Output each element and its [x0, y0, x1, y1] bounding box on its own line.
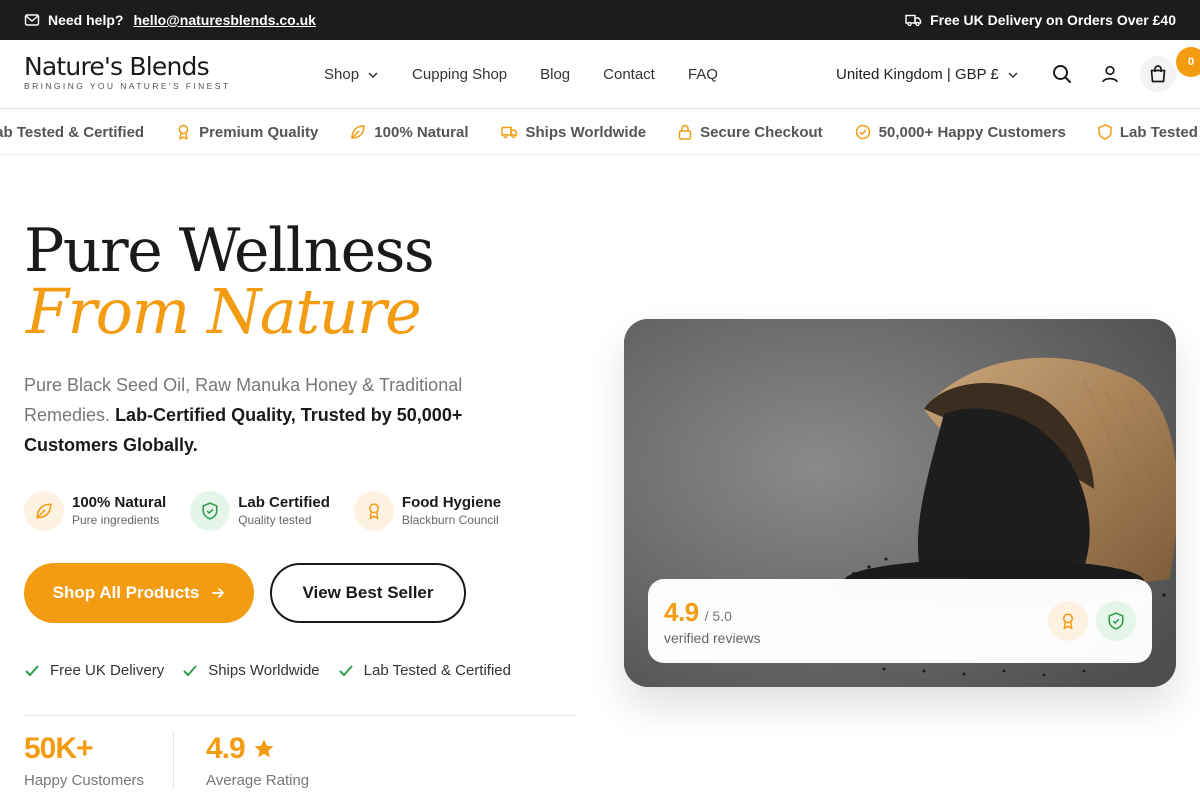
- chevron-down-icon: [1007, 69, 1019, 81]
- marquee-item-label: Ships Worldwide: [525, 123, 647, 141]
- mail-icon: [24, 12, 40, 28]
- rating-caption: verified reviews: [664, 629, 761, 646]
- leaf-icon: [350, 124, 366, 140]
- marquee-item: Lab Tested & Certified: [1098, 124, 1200, 141]
- main-nav: Shop Cupping Shop Blog Contact FAQ: [324, 40, 718, 109]
- feature-natural: 100% Natural Pure ingredients: [24, 491, 166, 531]
- check-icon: [182, 664, 198, 678]
- email-link[interactable]: hello@naturesblends.co.uk: [133, 12, 315, 28]
- help-contact: Need help? hello@naturesblends.co.uk: [24, 12, 316, 28]
- leaf-icon: [24, 491, 64, 531]
- logo-tagline: BRINGING YOU NATURE'S FINEST: [24, 81, 231, 91]
- cart-icon: [1148, 64, 1168, 84]
- nav-contact[interactable]: Contact: [603, 66, 655, 83]
- truck-icon: [905, 12, 922, 28]
- stat-value: 50K+: [24, 732, 94, 765]
- marquee-item: Lab Tested & Certified: [0, 124, 144, 141]
- feature-subtitle: Blackburn Council: [401, 513, 499, 527]
- search-icon[interactable]: [1050, 62, 1074, 86]
- lock-icon: [678, 124, 692, 140]
- view-best-seller-button[interactable]: View Best Seller: [270, 563, 466, 623]
- award-icon: [1048, 601, 1088, 641]
- marquee-track: Lab Tested & Certified Premium Quality 1…: [0, 109, 1200, 154]
- stats-divider: [24, 715, 576, 716]
- check-icon: [24, 664, 40, 678]
- help-label: Need help?: [48, 12, 124, 28]
- trust-marquee: Lab Tested & Certified Premium Quality 1…: [0, 109, 1200, 155]
- cart-button[interactable]: [1140, 56, 1176, 92]
- star-icon: [253, 738, 275, 760]
- marquee-item-label: 100% Natural: [374, 123, 469, 141]
- rating-score-row: 4.9 / 5.0: [664, 597, 760, 628]
- marquee-item: Ships Worldwide: [500, 123, 647, 141]
- stat-label: Happy Customers: [24, 772, 145, 789]
- feature-lab-certified: Lab Certified Quality tested: [190, 491, 330, 531]
- check-item: Free UK Delivery: [24, 662, 164, 679]
- locale-label: United Kingdom | GBP £: [836, 66, 999, 83]
- award-icon: [353, 491, 394, 531]
- rating-card: 4.9 / 5.0 verified reviews: [648, 579, 1152, 663]
- top-bar: Need help? hello@naturesblends.co.uk Fre…: [0, 0, 1200, 40]
- account-icon[interactable]: [1098, 62, 1122, 86]
- marquee-item: Premium Quality: [176, 124, 318, 141]
- cart-count-badge: 0: [1176, 47, 1200, 77]
- check-label: Ships Worldwide: [208, 662, 320, 679]
- shop-all-products-label: Shop All Products: [52, 583, 200, 602]
- nav-shop-label: Shop: [324, 66, 360, 83]
- locale-selector[interactable]: United Kingdom | GBP £: [836, 66, 1019, 83]
- feature-subtitle: Pure ingredients: [72, 513, 160, 527]
- marquee-item: 100% Natural: [350, 123, 469, 141]
- shield-check-icon: [190, 491, 231, 531]
- hero-description: Pure Black Seed Oil, Raw Manuka Honey & …: [24, 370, 524, 460]
- feature-subtitle: Quality tested: [238, 513, 312, 527]
- stat-separator: [173, 732, 174, 788]
- feature-title: Food Hygiene: [401, 494, 502, 511]
- delivery-text: Free UK Delivery on Orders Over £40: [930, 12, 1176, 28]
- hero-title-line2: From Nature: [26, 275, 422, 348]
- arrow-right-icon: [211, 586, 225, 600]
- check-item: Lab Tested & Certified: [338, 662, 511, 679]
- truck-icon: [500, 124, 518, 140]
- shield-icon: [1098, 124, 1112, 140]
- logo-name: Nature's Blends: [24, 52, 210, 81]
- marquee-item-label: 50,000+ Happy Customers: [878, 123, 1066, 141]
- chevron-down-icon: [367, 69, 379, 81]
- feature-food-hygiene: Food Hygiene Blackburn Council: [353, 491, 502, 531]
- nav-cupping-shop[interactable]: Cupping Shop: [412, 66, 507, 83]
- marquee-item: 50,000+ Happy Customers: [855, 124, 1066, 141]
- shop-all-products-button[interactable]: Shop All Products: [24, 563, 254, 623]
- stat-value: 4.9: [206, 732, 246, 765]
- check-icon: [338, 664, 354, 678]
- rating-badges: [1048, 601, 1136, 641]
- nav-blog[interactable]: Blog: [540, 66, 570, 83]
- stat-value-row: 4.9: [206, 732, 309, 766]
- rating-score: 4.9: [664, 596, 699, 627]
- marquee-item-label: Premium Quality: [199, 123, 319, 141]
- marquee-item-label: Lab Tested & Certified: [0, 123, 145, 141]
- benefit-checks: Free UK Delivery Ships Worldwide Lab Tes…: [24, 662, 511, 679]
- check-label: Free UK Delivery: [50, 662, 165, 679]
- marquee-item-label: Lab Tested & Certified: [1119, 123, 1200, 141]
- marquee-item-label: Secure Checkout: [700, 123, 823, 141]
- check-circle-icon: [855, 124, 871, 140]
- feature-title: 100% Natural: [72, 494, 167, 511]
- logo[interactable]: Nature's Blends BRINGING YOU NATURE'S FI…: [24, 52, 231, 92]
- stat-label: Average Rating: [206, 772, 310, 789]
- feature-list: 100% Natural Pure ingredients Lab Certif…: [24, 491, 501, 531]
- site-header: Nature's Blends BRINGING YOU NATURE'S FI…: [0, 40, 1200, 109]
- stat-average-rating: 4.9 Average Rating: [206, 732, 309, 789]
- rating-out-of: / 5.0: [704, 607, 732, 624]
- delivery-banner: Free UK Delivery on Orders Over £40: [905, 12, 1176, 28]
- rating-summary: 4.9 / 5.0 verified reviews: [664, 597, 760, 646]
- award-icon: [176, 124, 191, 140]
- stat-happy-customers: 50K+ Happy Customers: [24, 732, 144, 789]
- check-label: Lab Tested & Certified: [363, 662, 511, 679]
- marquee-item: Secure Checkout: [678, 124, 823, 141]
- nav-shop[interactable]: Shop: [324, 66, 379, 83]
- shield-check-icon: [1096, 601, 1136, 641]
- check-item: Ships Worldwide: [182, 662, 320, 679]
- nav-faq[interactable]: FAQ: [688, 66, 718, 83]
- feature-title: Lab Certified: [238, 494, 330, 511]
